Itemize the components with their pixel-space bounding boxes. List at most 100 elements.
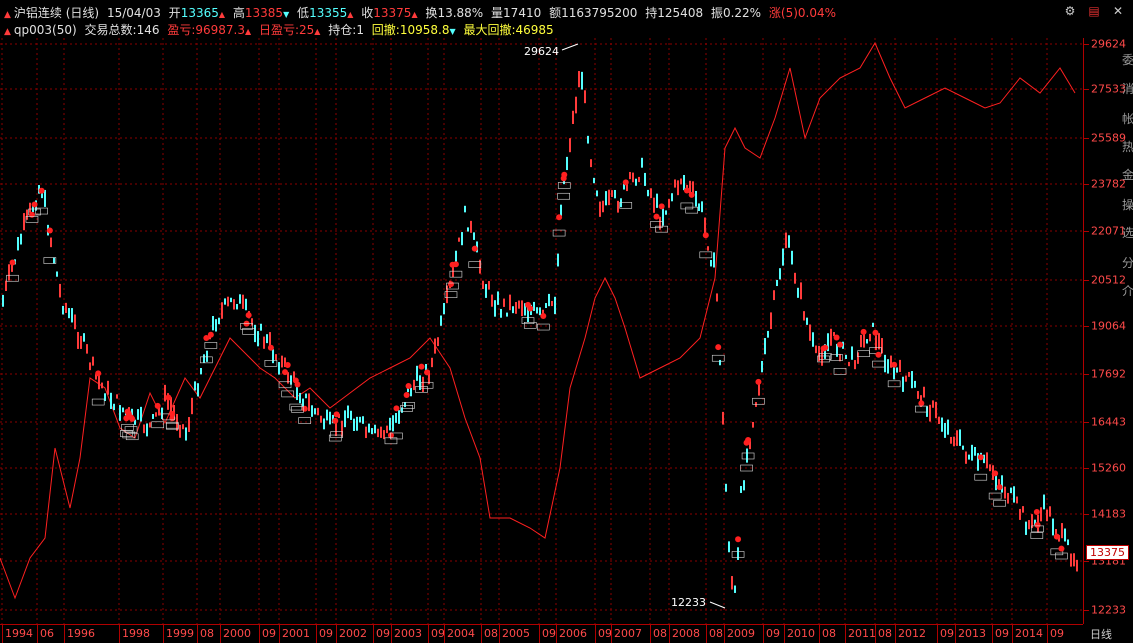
candle: [965, 451, 967, 464]
candle: [2, 294, 4, 307]
candle: [1043, 494, 1045, 510]
calendar-icon[interactable]: ▤: [1087, 4, 1101, 18]
trades-label: 交易总数:: [84, 23, 137, 37]
close-value: 13375: [373, 6, 412, 20]
signal-marker: [403, 391, 410, 398]
x-tick-label: 2009: [727, 627, 755, 640]
signal-marker: [755, 378, 762, 385]
x-tick-separator: [895, 625, 896, 643]
amount-label: 额: [549, 6, 562, 20]
settings-icon[interactable]: ⚙: [1063, 4, 1077, 18]
candle: [914, 380, 916, 388]
y-tick-label: 20512: [1091, 273, 1126, 287]
candle: [485, 284, 487, 298]
candle: [932, 400, 934, 408]
x-tick-label: 08: [653, 627, 667, 640]
volume-value: 17410: [503, 6, 542, 20]
candle: [29, 202, 31, 213]
quote-row: ▲ 沪铝连续 (日线) 15/04/03 开13365▲ 高13385▼ 低133…: [4, 4, 836, 21]
candle: [695, 190, 697, 207]
candle: [71, 308, 73, 323]
candle: [911, 371, 913, 389]
side-panel-label[interactable]: 帐: [1122, 110, 1133, 127]
kline-chart[interactable]: [0, 38, 1083, 624]
candle: [926, 406, 928, 417]
candle: [938, 416, 940, 424]
candle: [1019, 508, 1021, 520]
maxdd-value: 46985: [515, 23, 554, 37]
candle: [320, 415, 322, 423]
candle: [764, 338, 766, 355]
x-tick-separator: [875, 625, 876, 643]
volume-label: 量: [491, 6, 504, 20]
candle: [812, 332, 814, 347]
side-panel-label[interactable]: 金: [1122, 166, 1133, 183]
candle: [86, 344, 88, 354]
high-value: 13385: [244, 6, 284, 20]
candle: [92, 356, 94, 366]
candle: [380, 426, 382, 438]
signal-label-box: [151, 421, 164, 429]
side-panel-label[interactable]: 操: [1122, 196, 1133, 213]
side-panel-label[interactable]: 选: [1122, 224, 1133, 241]
x-tick-separator: [784, 625, 785, 643]
side-panel-label[interactable]: 热: [1122, 138, 1133, 155]
candle: [221, 302, 223, 319]
y-tick-label: 29624: [1091, 37, 1126, 51]
candle: [572, 110, 574, 124]
candle: [419, 375, 421, 390]
candle: [362, 416, 364, 424]
candle: [437, 337, 439, 347]
tri-up-icon: ▲: [347, 10, 354, 19]
signal-label-box: [993, 499, 1006, 507]
oi-label: 持: [645, 6, 658, 20]
signal-marker: [837, 341, 844, 348]
strategy-name[interactable]: qp003(50): [14, 23, 77, 37]
side-panel-label[interactable]: 介: [1122, 282, 1133, 299]
candle: [44, 189, 46, 207]
signal-label-box: [278, 381, 292, 389]
side-panel-label[interactable]: 委: [1122, 51, 1133, 68]
signal-marker: [833, 334, 840, 341]
candle: [599, 201, 601, 217]
candle: [1046, 509, 1048, 522]
signal-marker: [332, 417, 339, 424]
time-axis[interactable]: 1994 06 1996 1998 1999 08 2000 09 2001 09 2002 09 20…: [0, 624, 1083, 643]
candle: [59, 283, 61, 298]
toolbar-icons: ⚙ ▤ ✕: [1063, 4, 1125, 18]
x-tick-separator: [481, 625, 482, 643]
candle: [488, 281, 490, 290]
candle: [587, 135, 589, 144]
candle: [329, 411, 331, 425]
candle: [605, 191, 607, 206]
candle: [956, 430, 958, 446]
signal-marker: [418, 363, 425, 370]
signal-marker: [333, 411, 340, 418]
amp-label: 振: [710, 6, 723, 20]
x-tick-separator: [955, 625, 956, 643]
candle: [701, 201, 703, 213]
close-icon[interactable]: ✕: [1111, 4, 1125, 18]
signal-marker: [1053, 533, 1060, 540]
side-panel-label[interactable]: 消: [1122, 80, 1133, 97]
signal-marker: [405, 383, 412, 390]
candle: [77, 331, 79, 349]
price-axis[interactable]: 29624 27533 25589 23782 22071 20512 19064 17692…: [1083, 38, 1133, 624]
tri-down-icon: ▼: [283, 10, 290, 19]
candle: [767, 330, 769, 338]
period-button[interactable]: 日线: [1090, 626, 1112, 642]
signal-label-box: [711, 354, 725, 362]
candle: [632, 172, 634, 183]
x-tick-label: 08: [200, 627, 214, 640]
candle: [482, 280, 484, 289]
candle: [74, 314, 76, 330]
signal-marker: [715, 344, 722, 351]
signal-label-box: [557, 192, 570, 200]
candle: [140, 406, 142, 422]
signal-marker: [992, 470, 999, 477]
candle: [794, 272, 796, 284]
candle: [644, 172, 646, 186]
side-panel-label[interactable]: 分: [1122, 254, 1133, 271]
y-tick-label: 14183: [1091, 507, 1126, 521]
y-tick-label: 25589: [1091, 131, 1126, 145]
